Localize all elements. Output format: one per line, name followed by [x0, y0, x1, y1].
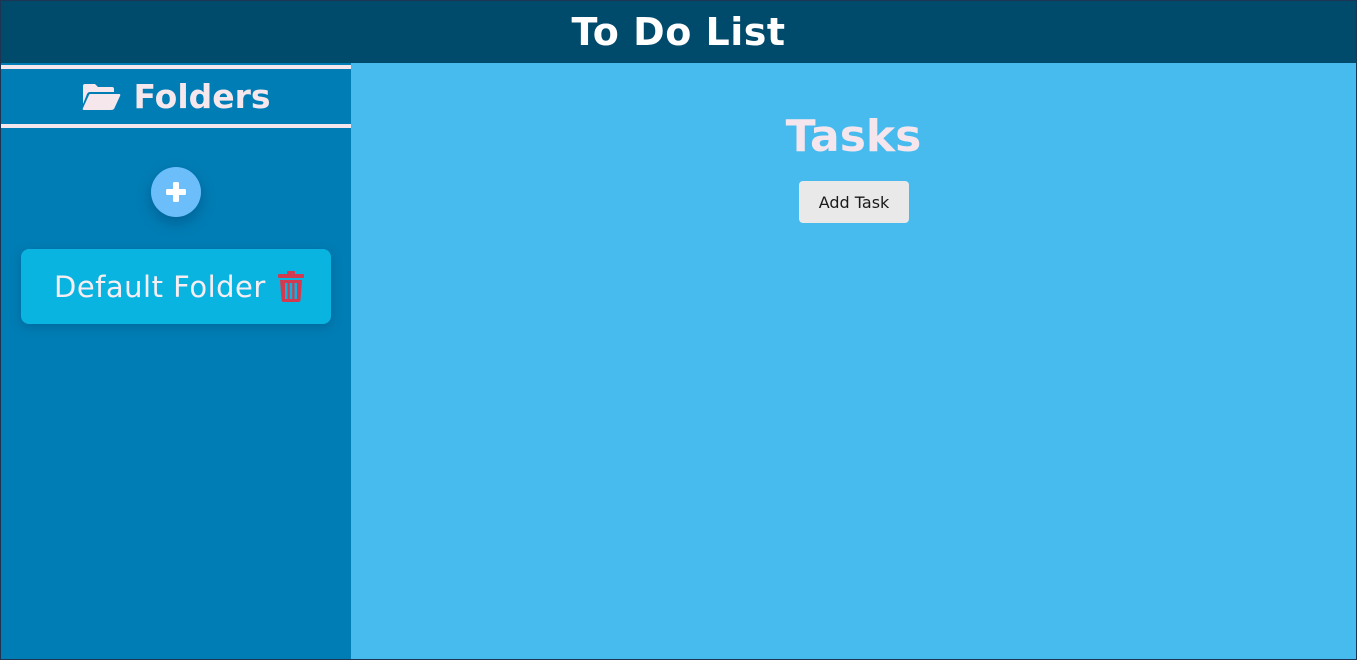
folders-sidebar: Folders Default Folder: [1, 63, 351, 659]
add-task-button[interactable]: Add Task: [799, 181, 909, 223]
folder-name: Default Folder: [54, 269, 266, 304]
top-header: To Do List: [1, 1, 1356, 63]
folder-item-default[interactable]: Default Folder: [21, 249, 331, 324]
tasks-panel: Tasks Add Task: [351, 63, 1356, 659]
plus-icon: [165, 181, 187, 203]
app-window: To Do List Folders Default Folder Tasks …: [0, 0, 1357, 660]
tasks-title: Tasks: [785, 111, 922, 162]
app-title: To Do List: [571, 10, 786, 54]
folders-title: Folders: [133, 77, 271, 116]
add-folder-button[interactable]: [151, 167, 201, 217]
folder-open-icon: [81, 82, 121, 112]
trash-icon[interactable]: [277, 271, 304, 302]
folders-header: Folders: [1, 65, 351, 128]
